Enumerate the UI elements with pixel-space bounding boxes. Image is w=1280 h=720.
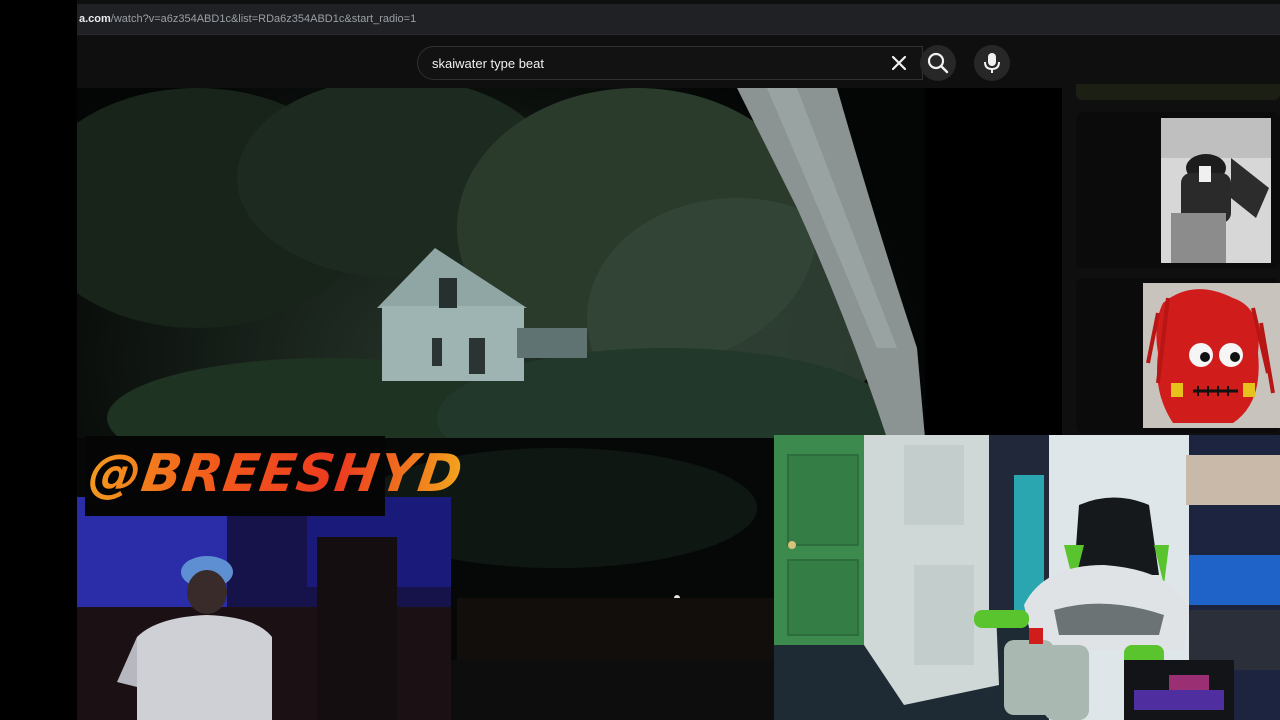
recommendation-thumbnail[interactable] — [1143, 283, 1280, 428]
webcam-left-feed — [77, 497, 451, 720]
recommendation-card[interactable] — [1076, 112, 1280, 268]
address-domain: a.com — [79, 13, 111, 25]
left-black-bar — [0, 0, 77, 720]
recommendation-card[interactable] — [1076, 278, 1280, 433]
recommendation-thumbnail[interactable] — [1161, 118, 1271, 263]
search-input[interactable]: skaiwater type beat — [417, 46, 923, 80]
webcam-right — [774, 435, 1280, 720]
streamer-watermark: @BREESHYD — [85, 436, 467, 516]
voice-search-button[interactable] — [974, 45, 1010, 81]
recommendation-card-top[interactable] — [1076, 84, 1280, 100]
address-bar[interactable]: a.com/watch?v=a6z354ABD1c&list=RDa6z354A… — [77, 4, 1280, 35]
webcam-left — [77, 497, 451, 720]
address-path: /watch?v=a6z354ABD1c&list=RDa6z354ABD1c&… — [110, 13, 417, 25]
close-icon[interactable] — [889, 53, 909, 73]
address-url[interactable]: a.com/watch?v=a6z354ABD1c&list=RDa6z354A… — [79, 13, 416, 25]
video-bottom-strip — [451, 660, 774, 720]
search-query: skaiwater type beat — [432, 56, 545, 71]
webcam-right-feed — [774, 435, 1280, 720]
search-icon — [927, 52, 949, 74]
mic-icon — [984, 53, 1000, 73]
youtube-header: skaiwater type beat — [77, 36, 1280, 88]
watermark-text: @BREESHYD — [84, 444, 467, 504]
search-button[interactable] — [920, 45, 956, 81]
